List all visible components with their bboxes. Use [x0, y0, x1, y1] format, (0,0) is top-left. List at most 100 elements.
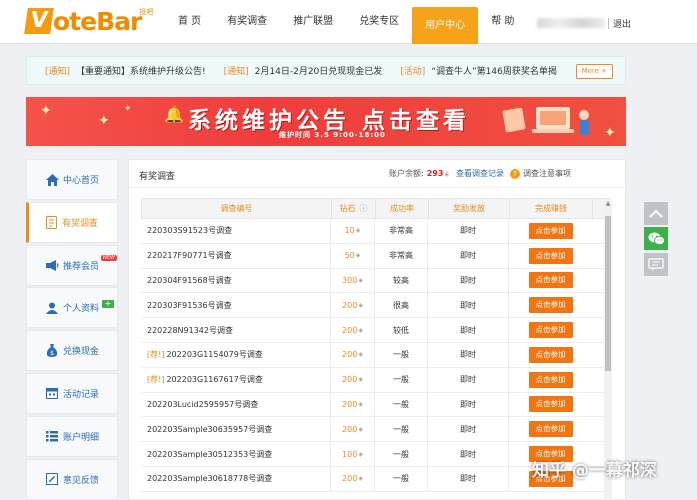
survey-id: 220217F90771号调查	[147, 251, 232, 261]
survey-id-cell[interactable]: [荐!] 202203G1167617号调查	[141, 367, 331, 392]
action-cell: 点击参加	[509, 417, 592, 441]
logo-text: oteBar	[53, 6, 142, 36]
scroll-thumb[interactable]	[605, 216, 611, 371]
action-cell: 点击参加	[509, 368, 592, 392]
action-cell: 点击参加	[509, 318, 592, 342]
sidebar-item-home[interactable]: 中心首页	[26, 159, 118, 200]
survey-notes-link[interactable]: 调查注意事项	[523, 168, 571, 179]
sidebar-item-label: 中心首页	[63, 176, 100, 186]
sidebar-item-referral[interactable]: 推荐会员 NEW	[26, 244, 118, 286]
reward-cell: 即时	[428, 442, 509, 466]
notice-item[interactable]: [活动] “调查牛人”第146周获奖名单揭	[400, 64, 557, 77]
username-blurred[interactable]	[537, 18, 605, 28]
survey-records-link[interactable]: 查看调查记录	[456, 168, 504, 179]
calendar-icon	[45, 386, 59, 400]
reward-cell: 即时	[428, 219, 509, 243]
diamond-value: 200	[342, 399, 358, 409]
sidebar-item-label: 个人资料	[63, 304, 100, 315]
logout-link[interactable]: 退出	[613, 17, 631, 30]
diamond-value: 200	[342, 375, 358, 385]
more-notices-button[interactable]: More +	[575, 64, 613, 79]
sidebar-item-label: 推荐会员	[63, 261, 100, 272]
notice-tag: [活动]	[400, 67, 426, 77]
survey-id-cell[interactable]: 220304F91568号调查	[141, 268, 331, 293]
maintenance-banner[interactable]: ✦ ✦ ✦ ✦ 🔔 系统维护公告 点击查看 维护时间 3.5 9:00-18:0…	[26, 97, 626, 146]
success-rate-cell: 一般	[375, 417, 428, 442]
nav-surveys[interactable]: 有奖调查	[214, 0, 280, 44]
join-survey-button[interactable]: 点击参加	[528, 371, 573, 388]
success-rate-cell: 较高	[375, 268, 428, 293]
survey-id-cell[interactable]: 220217F90771号调查	[141, 243, 331, 268]
wechat-button[interactable]	[644, 227, 668, 250]
sidebar-item-surveys[interactable]: 有奖调查	[26, 201, 118, 243]
notice-item[interactable]: [通知] 2月14日-2月20日兑现现金已发	[224, 64, 383, 77]
join-survey-button[interactable]: 点击参加	[528, 222, 573, 239]
nav-rewards[interactable]: 兑奖专区	[346, 0, 412, 44]
survey-panel: 有奖调查 账户余额: 293 ◈ 查看调查记录 ? 调查注意事项 调查编号 钻石…	[128, 159, 626, 500]
table-row: 220303F91536号调查 200 ◈ 很高 即时 点击参加	[141, 293, 611, 319]
survey-id: 220303F91536号调查	[147, 300, 232, 310]
sidebar-item-activity[interactable]: 活动记录	[26, 372, 118, 414]
diamond-icon: ◈	[355, 252, 361, 260]
diamonds-cell: 200 ◈	[331, 293, 375, 318]
diamond-value: 200	[342, 300, 358, 310]
question-icon: ?	[510, 168, 521, 179]
back-to-top-button[interactable]	[644, 202, 668, 225]
online-chat-button[interactable]	[644, 253, 668, 276]
sidebar-item-label: 活动记录	[63, 389, 100, 400]
nav-affiliate[interactable]: 推广联盟	[280, 0, 346, 44]
diamonds-cell: 10 ◈	[331, 219, 375, 243]
diamond-value: 300	[342, 275, 358, 285]
nav-user-center[interactable]: 用户中心	[412, 7, 479, 44]
survey-id-cell[interactable]: 202203Sample30512353号调查	[141, 442, 331, 466]
survey-id-cell[interactable]: 202203Sample30635957号调查	[141, 417, 331, 442]
survey-id-cell[interactable]: [荐!] 202203G1154079号调查	[141, 342, 331, 367]
diamond-icon: ◈	[358, 301, 363, 309]
money-bag-icon: $	[45, 344, 59, 358]
reward-cell: 即时	[428, 293, 509, 318]
join-survey-button[interactable]: 点击参加	[528, 247, 573, 264]
sidebar-item-feedback[interactable]: 意见反馈	[26, 458, 118, 500]
notice-tag: [通知]	[223, 67, 249, 77]
success-rate-cell: 一般	[375, 466, 428, 491]
user-icon	[45, 301, 59, 315]
column-header-reward: 奖励发放	[429, 199, 510, 218]
survey-id: 202203G1167617号调查	[166, 375, 263, 385]
survey-id: 220228N91342号调查	[147, 325, 233, 335]
survey-id-cell[interactable]: 220303S91523号调查	[141, 219, 331, 243]
survey-id-cell[interactable]: 220303F91536号调查	[141, 293, 331, 318]
join-survey-button[interactable]: 点击参加	[528, 297, 573, 314]
notice-item[interactable]: [通知] 【重要通知】系统维护升级公告!	[45, 64, 206, 77]
table-scrollbar[interactable]: ▲	[604, 200, 612, 500]
column-header-diamonds: 钻石 ⓘ	[332, 199, 376, 218]
reward-cell: 即时	[428, 342, 509, 367]
join-survey-button[interactable]: 点击参加	[528, 322, 573, 339]
scroll-up-arrow-icon[interactable]: ▲	[604, 200, 612, 208]
diamond-icon: ◈	[358, 475, 363, 483]
wechat-icon	[648, 232, 665, 245]
reward-cell: 即时	[428, 367, 509, 392]
table-row: [荐!] 202203G1154079号调查 200 ◈ 一般 即时 点击参加	[141, 342, 611, 368]
diamond-icon: ◈	[358, 400, 363, 408]
join-survey-button[interactable]: 点击参加	[528, 421, 573, 438]
nav-help[interactable]: 帮 助	[478, 0, 527, 44]
success-rate-cell: 较低	[375, 318, 428, 342]
diamond-value: 200	[342, 325, 358, 335]
help-circle-icon[interactable]: ⓘ	[360, 203, 368, 214]
join-survey-button[interactable]: 点击参加	[528, 396, 573, 413]
survey-id-cell[interactable]: 202203Lucid2595957号调查	[141, 392, 331, 417]
diamonds-cell: 200 ◈	[331, 417, 375, 442]
join-survey-button[interactable]: 点击参加	[528, 272, 573, 289]
table-row: 220217F90771号调查 50 ◈ 非常高 即时 点击参加	[141, 243, 611, 269]
survey-id-cell[interactable]: 202203Sample30618778号调查	[141, 466, 331, 491]
reward-cell: 即时	[428, 417, 509, 442]
sparkle-icon: ✦	[40, 103, 52, 119]
sidebar-item-statement[interactable]: 账户明细	[26, 415, 118, 457]
survey-id-cell[interactable]: 220228N91342号调查	[141, 318, 331, 342]
sidebar-item-cash-out[interactable]: $ 兑换现金	[26, 330, 118, 372]
banner-subtitle: 维护时间 3.5 9:00-18:00	[279, 131, 386, 139]
votebar-logo[interactable]: V oteBar 投吧	[24, 5, 153, 37]
sidebar-item-profile[interactable]: 个人资料 +	[26, 287, 118, 329]
join-survey-button[interactable]: 点击参加	[528, 346, 573, 363]
nav-home[interactable]: 首 页	[165, 0, 214, 44]
